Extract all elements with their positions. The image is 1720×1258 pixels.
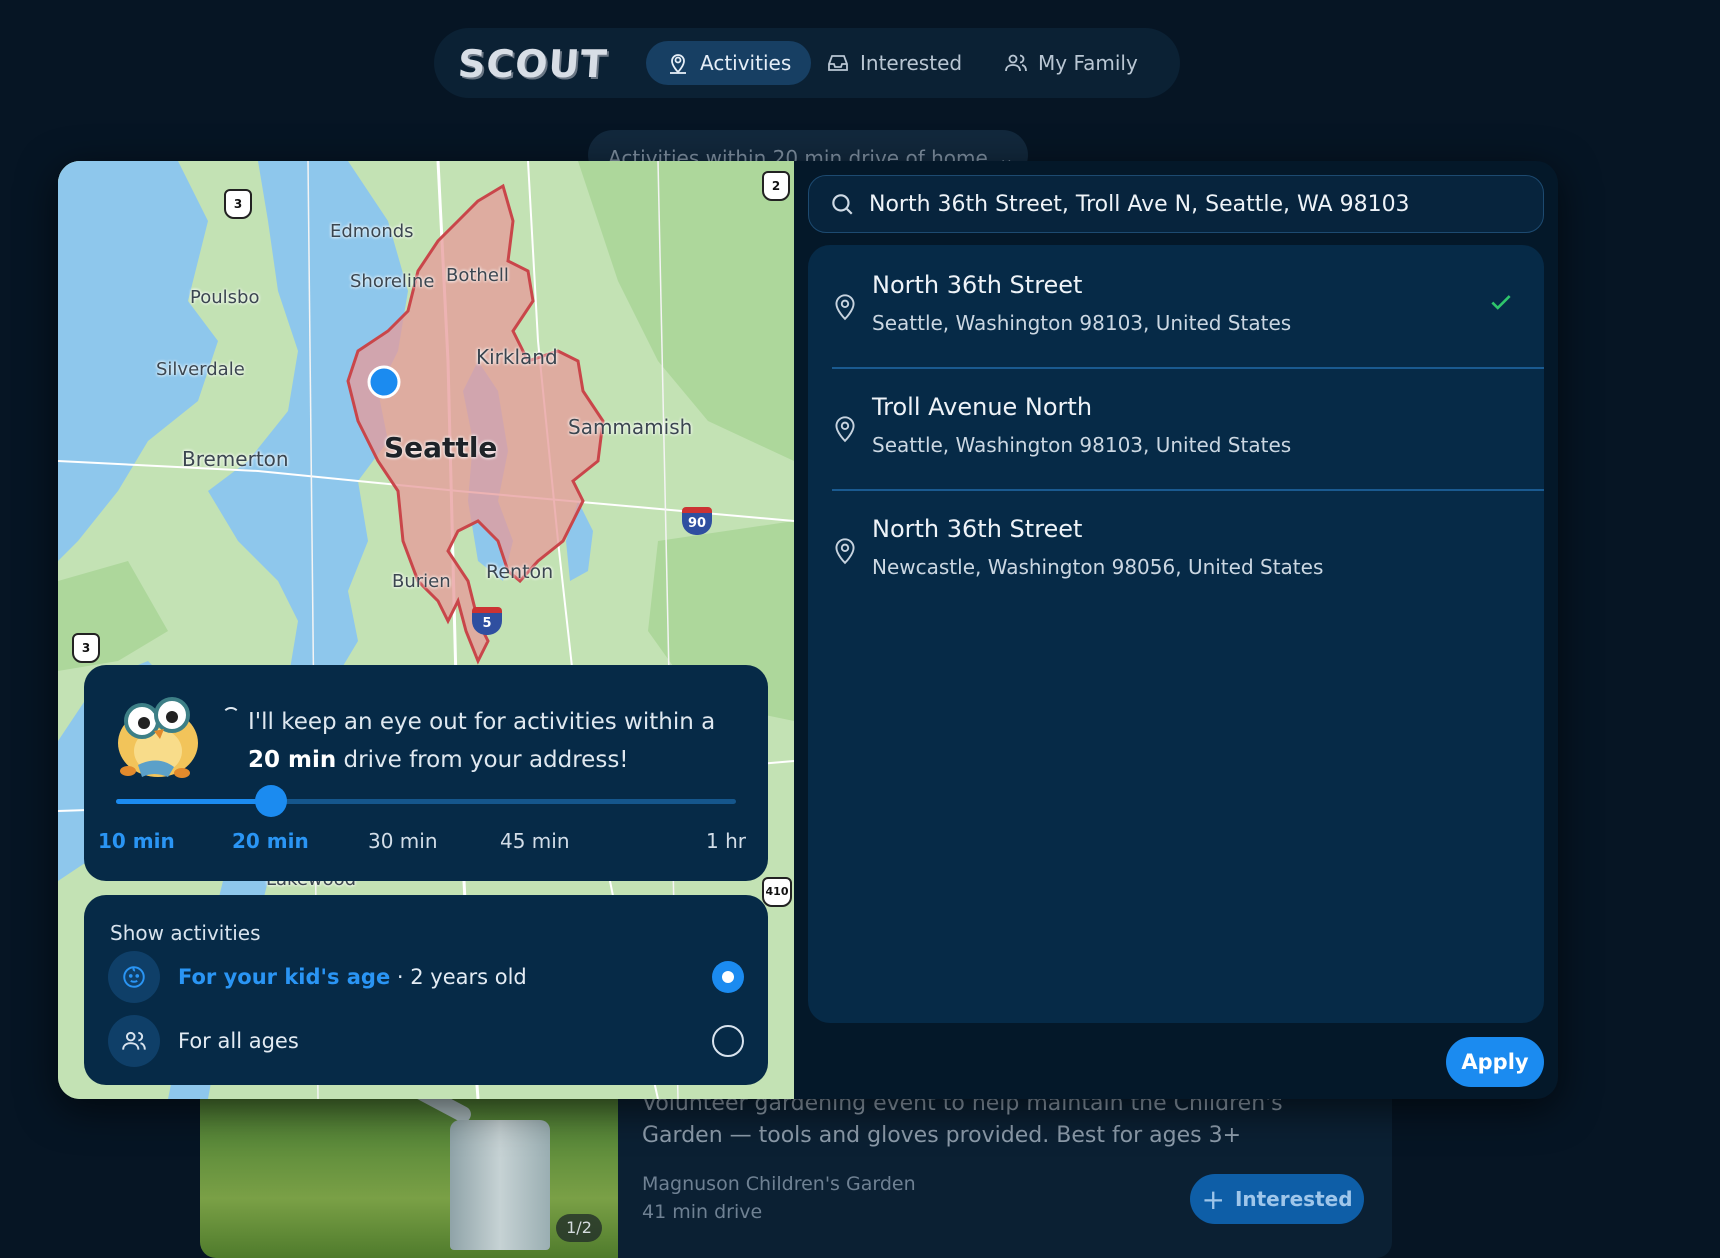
owl-mascot-icon bbox=[118, 697, 198, 778]
apply-button[interactable]: Apply bbox=[1446, 1037, 1544, 1087]
map-label: Shoreline bbox=[350, 271, 435, 292]
drive-message-prefix: I'll keep an eye out for activities with… bbox=[248, 709, 716, 735]
show-activities-title: Show activities bbox=[110, 921, 261, 945]
drive-time-slider-thumb[interactable] bbox=[255, 785, 287, 817]
tab-interested[interactable]: Interested bbox=[806, 41, 982, 85]
drive-time-slider-fill bbox=[116, 799, 271, 804]
home-location-marker bbox=[367, 365, 401, 399]
tab-my-family[interactable]: My Family bbox=[984, 41, 1158, 85]
people-icon bbox=[108, 1015, 160, 1067]
activity-location-name: Magnuson Children's Garden bbox=[642, 1173, 916, 1195]
tab-activities[interactable]: Activities bbox=[646, 41, 812, 85]
location-modal: Edmonds Shoreline Bothell Poulsbo Kirkla… bbox=[58, 161, 1558, 1099]
option-kids-age-highlight: For your kid's age bbox=[178, 965, 391, 989]
drive-time-slider[interactable] bbox=[116, 785, 736, 817]
map-label-city: Seattle bbox=[384, 431, 498, 464]
highway-shield: 410 bbox=[762, 877, 792, 907]
top-nav: SCOUT Activities Interested My Family bbox=[434, 28, 1180, 98]
loading-spinner-icon bbox=[222, 707, 240, 725]
interested-button-label: Interested bbox=[1234, 1187, 1353, 1211]
checkmark-icon bbox=[1491, 295, 1511, 310]
slider-tick-30min[interactable]: 30 min bbox=[368, 829, 438, 853]
slider-tick-1hr[interactable]: 1 hr bbox=[706, 829, 746, 853]
slider-tick-20min[interactable]: 20 min bbox=[232, 829, 309, 853]
tab-my-family-label: My Family bbox=[1038, 51, 1138, 75]
drive-message-suffix: drive from your address! bbox=[336, 747, 629, 773]
address-search-input[interactable]: North 36th Street, Troll Ave N, Seattle,… bbox=[808, 175, 1544, 233]
map-label: Silverdale bbox=[156, 359, 245, 380]
address-result-title: Troll Avenue North bbox=[872, 393, 1093, 421]
option-all-ages[interactable]: For all ages bbox=[108, 1013, 744, 1069]
tab-activities-label: Activities bbox=[700, 51, 792, 75]
option-kids-age-label: For your kid's age · 2 years old bbox=[178, 965, 712, 989]
show-activities-card: Show activities For your kid's age · 2 y… bbox=[84, 895, 768, 1085]
drive-message-bold: 20 min bbox=[248, 747, 337, 773]
map-label: Bremerton bbox=[182, 447, 289, 471]
scout-logo[interactable]: SCOUT bbox=[456, 42, 608, 86]
map-label: Sammamish bbox=[568, 415, 693, 439]
activity-location: Magnuson Children's Garden 41 min drive bbox=[642, 1170, 916, 1226]
inbox-tray-icon bbox=[828, 55, 848, 71]
map-label: Edmonds bbox=[330, 221, 414, 242]
address-result[interactable]: North 36th Street Seattle, Washington 98… bbox=[808, 245, 1544, 367]
address-result[interactable]: Troll Avenue North Seattle, Washington 9… bbox=[808, 367, 1544, 489]
image-counter: 1/2 bbox=[556, 1214, 602, 1242]
address-result-title: North 36th Street bbox=[872, 515, 1083, 543]
option-kids-age-detail: · 2 years old bbox=[390, 965, 527, 989]
option-all-ages-label: For all ages bbox=[178, 1029, 299, 1053]
highway-shield: 2 bbox=[762, 171, 790, 201]
map-label: Poulsbo bbox=[190, 287, 260, 308]
interstate-shield: 90 bbox=[682, 507, 712, 535]
interested-button[interactable]: + Interested bbox=[1190, 1174, 1364, 1224]
tab-interested-label: Interested bbox=[860, 51, 963, 75]
search-icon bbox=[832, 194, 853, 215]
highway-shield: 3 bbox=[224, 189, 252, 219]
people-icon bbox=[1005, 54, 1027, 72]
drive-time-message: I'll keep an eye out for activities with… bbox=[248, 703, 718, 779]
watering-can bbox=[450, 1120, 550, 1250]
address-result-subtitle: Seattle, Washington 98103, United States bbox=[872, 433, 1292, 457]
map[interactable]: Edmonds Shoreline Bothell Poulsbo Kirkla… bbox=[58, 161, 794, 1099]
address-result-title: North 36th Street bbox=[872, 271, 1083, 299]
interstate-shield: 5 bbox=[472, 607, 502, 635]
highway-shield: 3 bbox=[72, 633, 100, 663]
option-kids-age[interactable]: For your kid's age · 2 years old bbox=[108, 949, 744, 1005]
drive-time-card: I'll keep an eye out for activities with… bbox=[84, 665, 768, 881]
address-results-list: North 36th Street Seattle, Washington 98… bbox=[808, 245, 1544, 1023]
location-pin-icon bbox=[832, 535, 858, 565]
plus-icon: + bbox=[1201, 1182, 1225, 1216]
map-label: Kirkland bbox=[476, 345, 558, 369]
map-pin-person-icon bbox=[670, 54, 686, 74]
slider-tick-10min[interactable]: 10 min bbox=[98, 829, 175, 853]
address-search-value: North 36th Street, Troll Ave N, Seattle,… bbox=[869, 191, 1410, 217]
map-label: Burien bbox=[392, 571, 451, 592]
radio-all-ages[interactable] bbox=[712, 1025, 744, 1057]
location-pin-icon bbox=[832, 291, 858, 321]
location-pin-icon bbox=[832, 413, 858, 443]
map-label: Renton bbox=[486, 561, 554, 583]
map-label: Bothell bbox=[446, 265, 509, 286]
baby-face-icon bbox=[108, 951, 160, 1003]
address-result[interactable]: North 36th Street Newcastle, Washington … bbox=[808, 489, 1544, 611]
address-result-subtitle: Newcastle, Washington 98056, United Stat… bbox=[872, 555, 1324, 579]
slider-tick-45min[interactable]: 45 min bbox=[500, 829, 570, 853]
activity-drive-time: 41 min drive bbox=[642, 1201, 763, 1223]
radio-kids-age-selected[interactable] bbox=[712, 961, 744, 993]
address-result-subtitle: Seattle, Washington 98103, United States bbox=[872, 311, 1292, 335]
